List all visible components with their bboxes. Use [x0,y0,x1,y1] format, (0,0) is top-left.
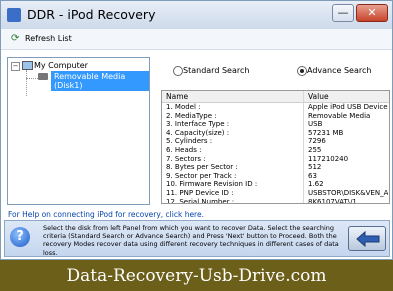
row-value: 7296 [308,137,326,146]
row-name: 7. Sectors : [166,154,206,163]
banner-text: Data-Recovery-Usb-Drive.com [66,265,327,286]
advance-search-label[interactable]: Advance Search [307,66,371,75]
title-bar: DDR - iPod Recovery — ✕ [1,1,392,30]
disk-icon [38,73,48,80]
row-value: 1.62 [308,180,324,189]
row-name: 4. Capacity(size) : [166,128,230,137]
row-value: 512 [308,163,322,172]
refresh-icon[interactable]: ⟳ [11,33,19,44]
disk-info-table: Name Value 1. Model : Apple iPod USB Devi… [161,90,390,204]
table-row[interactable]: 7. Sectors : 117210240 [162,155,389,164]
row-name: 5. Cylinders : [166,137,213,146]
standard-search-label[interactable]: Standard Search [183,66,249,75]
tree-connector [26,78,38,80]
table-row[interactable]: 6. Heads : 255 [162,146,389,155]
drive-tree: − My Computer Removable Media (Disk1) [7,57,150,205]
help-link[interactable]: For Help on connecting iPod for recovery… [8,210,204,219]
tree-item-removable-media[interactable]: Removable Media (Disk1) [51,71,149,91]
standard-search-radio[interactable] [173,66,183,76]
row-value: 117210240 [308,154,349,163]
table-row[interactable]: 8. Bytes per Sector : 512 [162,163,389,172]
table-row[interactable]: 3. Interface Type : USB [162,120,389,129]
row-value: 57231 MB [308,128,344,137]
row-name: 3. Interface Type : [166,120,230,129]
website-banner: Data-Recovery-Usb-Drive.com [0,260,393,291]
arrow-left-icon [356,231,380,247]
table-header: Name Value [162,91,389,103]
toolbar: ⟳ Refresh List [1,29,392,50]
tree-expander[interactable]: − [11,62,20,71]
table-row[interactable]: 5. Cylinders : 7296 [162,137,389,146]
row-value: 255 [308,145,322,154]
row-name: 12. Serial Number : [166,197,235,204]
row-name: 11. PNP Device ID : [166,188,234,197]
table-row[interactable]: 11. PNP Device ID : USBSTOR\DISK&VEN_APPL [162,189,389,198]
table-body: 1. Model : Apple iPod USB Device 2. MediaT… [162,103,389,204]
row-name: 10. Firmware Revision ID : [166,180,258,189]
column-header-name[interactable]: Name [166,92,188,101]
column-header-value[interactable]: Value [308,92,329,101]
close-button[interactable]: ✕ [356,4,388,22]
table-row[interactable]: 12. Serial Number : 8K6107VAT\/1 [162,197,389,204]
app-window: DDR - iPod Recovery — ✕ ⟳ Refresh List −… [0,0,393,260]
advance-search-radio[interactable] [297,66,307,76]
table-row[interactable]: 4. Capacity(size) : 57231 MB [162,129,389,138]
row-value: USBSTOR\DISK&VEN_APPL [308,188,388,197]
help-icon: ? [10,227,30,247]
app-icon [7,8,21,22]
tree-root-my-computer[interactable]: My Computer [34,61,88,70]
row-value: USB [308,120,323,129]
table-row[interactable]: 9. Sector per Track : 63 [162,172,389,181]
row-value: 63 [308,171,317,180]
row-value: 8K6107VAT\/1 [308,197,357,204]
row-name: 8. Bytes per Sector : [166,163,238,172]
row-name: 6. Heads : [166,145,202,154]
table-row[interactable]: 10. Firmware Revision ID : 1.62 [162,180,389,189]
window-title: DDR - iPod Recovery [27,7,156,22]
tree-connector [26,70,28,96]
table-row[interactable]: 1. Model : Apple iPod USB Device [162,103,389,112]
info-bar: ? Select the disk from left Panel from w… [4,220,390,257]
next-button[interactable] [348,226,386,251]
minimize-button[interactable]: — [332,4,354,22]
row-name: 1. Model : [166,103,201,111]
refresh-list-button[interactable]: Refresh List [25,34,72,43]
row-name: 2. MediaType : [166,111,217,120]
info-text: Select the disk from left Panel from whi… [43,224,339,257]
computer-icon [22,61,33,70]
row-name: 9. Sector per Track : [166,171,237,180]
row-value: Removable Media [308,111,371,120]
table-row[interactable]: 2. MediaType : Removable Media [162,112,389,121]
row-value: Apple iPod USB Device [308,103,388,111]
